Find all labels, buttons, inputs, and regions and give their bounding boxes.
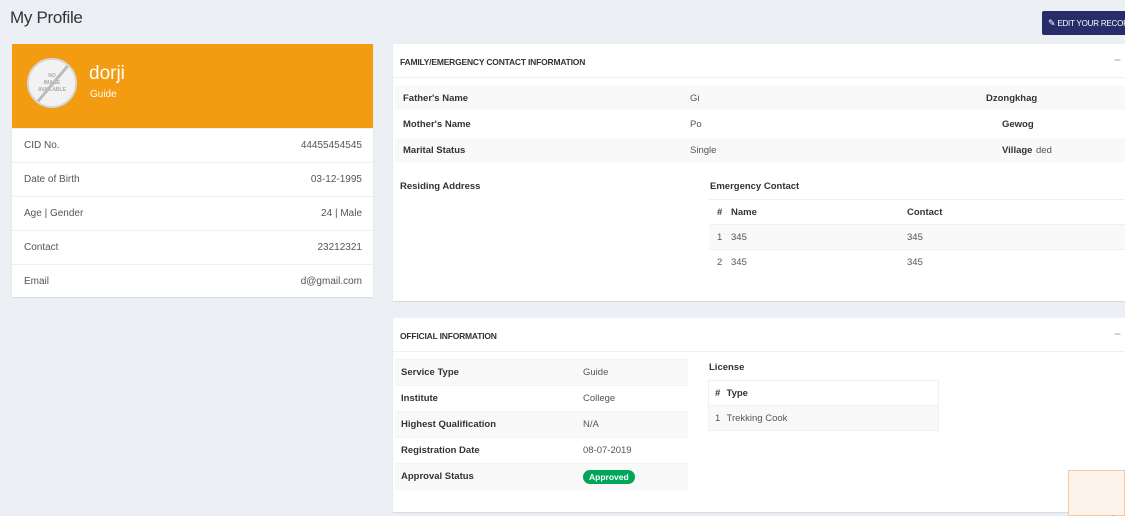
list-item: CID No. 44455454545: [12, 128, 373, 162]
list-item: Contact 23212321: [12, 230, 373, 264]
edit-record-label: EDIT YOUR RECORD: [1057, 18, 1125, 28]
user-name: dorji: [89, 63, 125, 84]
table-row: Institute College: [395, 385, 688, 412]
page-title: My Profile: [10, 8, 83, 27]
table-row: Service Type Guide: [395, 359, 688, 386]
info-row: Marital Status Single Village ded: [395, 138, 1125, 162]
family-contact-panel: FAMILY/EMERGENCY CONTACT INFORMATION − F…: [393, 44, 1125, 301]
emergency-contact-table: # Name Contact 1 345 345 2 345 345: [709, 199, 1125, 275]
profile-card: NO IMAGE AVAILABLE dorji Guide CID No.44…: [12, 44, 373, 297]
table-row: Registration Date 08-07-2019: [395, 437, 688, 464]
panel-header: FAMILY/EMERGENCY CONTACT INFORMATION −: [393, 44, 1125, 78]
panel-title: OFFICIAL INFORMATION: [400, 331, 497, 341]
corner-dot-icon: ·: [1112, 511, 1115, 516]
avatar: NO IMAGE AVAILABLE: [27, 58, 77, 108]
collapse-button[interactable]: −: [1114, 327, 1121, 341]
profile-details-list: CID No. 44455454545 Date of Birth 03-12-19…: [12, 128, 373, 298]
emergency-contact-label: Emergency Contact: [710, 181, 800, 192]
panel-title: FAMILY/EMERGENCY CONTACT INFORMATION: [400, 57, 586, 67]
table-row: Highest Qualification N/A: [395, 411, 688, 438]
official-info-table: Service Type Guide Institute College Hig…: [395, 359, 688, 490]
collapse-button[interactable]: −: [1114, 53, 1121, 67]
table-header-row: # Name Contact: [709, 199, 1125, 225]
residing-address-label: Residing Address: [400, 181, 481, 192]
license-table: # Type 1 Trekking Cook: [708, 380, 939, 431]
edit-record-button[interactable]: ✎ EDIT YOUR RECORD: [1042, 11, 1125, 35]
license-label: License: [709, 362, 745, 373]
table-row: 1 345 345: [709, 224, 1125, 250]
list-item: Date of Birth 03-12-1995: [12, 162, 373, 196]
table-row: Approval Status Approved: [395, 463, 688, 490]
corner-widget[interactable]: ·: [1068, 470, 1125, 516]
pencil-icon: ✎: [1048, 17, 1056, 28]
status-badge: Approved: [583, 469, 635, 484]
info-row: Father's Name Gi Dzongkhag: [395, 86, 1125, 110]
panel-header: OFFICIAL INFORMATION −: [393, 318, 1125, 352]
table-row: 2 345 345: [709, 249, 1125, 275]
official-information-panel: OFFICIAL INFORMATION − Service Type Guid…: [393, 318, 1125, 512]
user-role: Guide: [90, 89, 117, 100]
list-item: Email d@gmail.com: [12, 264, 373, 298]
profile-header: NO IMAGE AVAILABLE dorji Guide: [12, 44, 373, 128]
table-row: 1 Trekking Cook: [708, 405, 939, 431]
list-item: Age | Gender 24 | Male: [12, 196, 373, 230]
info-row: Mother's Name Po Gewog: [403, 118, 1034, 130]
table-header-row: # Type: [708, 380, 939, 406]
